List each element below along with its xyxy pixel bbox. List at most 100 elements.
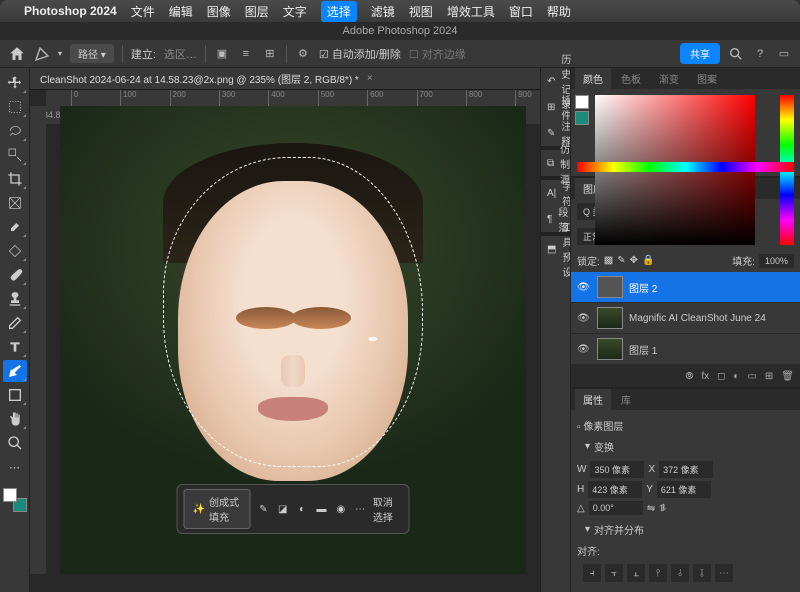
eraser-tool[interactable] bbox=[3, 312, 27, 334]
help-icon[interactable]: ? bbox=[752, 46, 768, 62]
mask-icon[interactable]: ▬ bbox=[315, 500, 328, 518]
crop-tool[interactable] bbox=[3, 168, 27, 190]
edit-toolbar[interactable]: ⋯ bbox=[3, 456, 27, 478]
chevron-down-icon[interactable]: ▾ bbox=[58, 49, 62, 58]
presets-panel-icon[interactable]: ⬒ 工具预设 bbox=[541, 236, 570, 262]
menu-filter[interactable]: 滤镜 bbox=[371, 3, 395, 20]
align-center-h-icon[interactable]: ⫟ bbox=[605, 564, 623, 582]
adjustment-icon[interactable]: ◐ bbox=[733, 371, 739, 382]
swatches-tab[interactable]: 色板 bbox=[613, 68, 649, 89]
gradients-tab[interactable]: 渐变 bbox=[651, 68, 687, 89]
width-field[interactable]: 350 像素 bbox=[590, 461, 644, 478]
angle-field[interactable]: 0.00° bbox=[589, 501, 643, 515]
clone-panel-icon[interactable]: ⧉ 仿制源 bbox=[541, 150, 570, 176]
transform-section[interactable]: ▾ 变换 bbox=[577, 435, 794, 458]
document-tab[interactable]: CleanShot 2024-06-24 at 14.58.23@2x.png … bbox=[30, 68, 540, 90]
visibility-icon[interactable]: 👁 bbox=[577, 344, 591, 355]
layer-thumbnail[interactable] bbox=[597, 307, 623, 329]
workspace-icon[interactable]: ▭ bbox=[776, 46, 792, 62]
type-tool[interactable] bbox=[3, 336, 27, 358]
lock-transparent-icon[interactable]: ▩ bbox=[604, 255, 613, 266]
pen-tool[interactable] bbox=[3, 360, 27, 382]
plugins-panel-icon[interactable]: ⊞ 插件 bbox=[541, 94, 570, 120]
menu-image[interactable]: 图像 bbox=[207, 3, 231, 20]
selection-tool[interactable] bbox=[3, 144, 27, 166]
foreground-swatch[interactable] bbox=[3, 488, 17, 502]
zoom-tool[interactable] bbox=[3, 432, 27, 454]
more-icon[interactable]: ⋯ bbox=[353, 500, 366, 518]
mode-dropdown[interactable]: 路径 ▾ bbox=[70, 44, 114, 63]
app-name[interactable]: Photoshop 2024 bbox=[24, 4, 117, 18]
hue-bar[interactable] bbox=[577, 162, 794, 172]
visibility-icon[interactable]: 👁 bbox=[577, 282, 591, 293]
color-picker[interactable] bbox=[571, 89, 800, 176]
lock-pixels-icon[interactable]: ✎ bbox=[617, 255, 625, 266]
mask-icon[interactable]: ◻ bbox=[717, 371, 725, 382]
home-button[interactable] bbox=[8, 45, 26, 63]
arrange-icon[interactable]: ⊞ bbox=[262, 46, 278, 62]
align-top-icon[interactable]: ⫯ bbox=[649, 564, 667, 582]
gear-icon[interactable]: ⚙ bbox=[295, 46, 311, 62]
bg-color-swatch[interactable] bbox=[575, 111, 589, 125]
menu-window[interactable]: 窗口 bbox=[509, 3, 533, 20]
layer-thumbnail[interactable] bbox=[597, 338, 623, 360]
lasso-tool[interactable] bbox=[3, 120, 27, 142]
character-panel-icon[interactable]: A| 字符 bbox=[541, 180, 570, 206]
align-edges-checkbox[interactable]: ☐ 对齐边缘 bbox=[409, 46, 466, 62]
new-layer-icon[interactable]: ⊞ bbox=[765, 371, 773, 382]
select-subject-icon[interactable]: ◪ bbox=[276, 500, 289, 518]
move-tool[interactable] bbox=[3, 72, 27, 94]
menu-select[interactable]: 选择 bbox=[321, 1, 357, 22]
layer-name[interactable]: 图层 2 bbox=[629, 280, 657, 295]
share-button[interactable]: 共享 bbox=[680, 43, 720, 64]
fg-color-swatch[interactable] bbox=[575, 95, 589, 109]
group-icon[interactable]: ▭ bbox=[747, 371, 756, 382]
history-panel-icon[interactable]: ↶ 历史记录 bbox=[541, 68, 570, 94]
vertical-ruler[interactable] bbox=[30, 106, 46, 574]
align-middle-icon[interactable]: ⫰ bbox=[671, 564, 689, 582]
y-field[interactable]: 621 像素 bbox=[657, 481, 711, 498]
patterns-tab[interactable]: 图案 bbox=[689, 68, 725, 89]
fx-icon[interactable]: fx bbox=[701, 371, 709, 382]
marquee-tool[interactable] bbox=[3, 96, 27, 118]
menu-help[interactable]: 帮助 bbox=[547, 3, 571, 20]
shape-tool[interactable] bbox=[3, 384, 27, 406]
generative-fill-button[interactable]: ✨ 创成式填充 bbox=[184, 489, 251, 529]
healing-tool[interactable] bbox=[3, 240, 27, 262]
fill-value[interactable]: 100% bbox=[759, 254, 794, 268]
align-bottom-icon[interactable]: ⫱ bbox=[693, 564, 711, 582]
horizontal-ruler[interactable]: 0100200300400500600700800900 bbox=[46, 90, 540, 106]
layer-row[interactable]: 👁 Magnific AI CleanShot June 24 bbox=[571, 303, 800, 334]
height-field[interactable]: 423 像素 bbox=[588, 481, 642, 498]
visibility-icon[interactable]: 👁 bbox=[577, 313, 591, 324]
search-icon[interactable] bbox=[728, 46, 744, 62]
menu-edit[interactable]: 编辑 bbox=[169, 3, 193, 20]
align-right-icon[interactable]: ⫠ bbox=[627, 564, 645, 582]
brush-tool[interactable] bbox=[3, 264, 27, 286]
link-icon[interactable]: ⦾ bbox=[685, 371, 693, 382]
layer-row[interactable]: 👁 图层 2 bbox=[571, 272, 800, 303]
align-icon[interactable]: ≡ bbox=[238, 46, 254, 62]
frame-tool[interactable] bbox=[3, 192, 27, 214]
lock-all-icon[interactable]: 🔒 bbox=[642, 255, 654, 266]
align-left-icon[interactable]: ⫞ bbox=[583, 564, 601, 582]
flip-v-icon[interactable]: ⥮ bbox=[659, 503, 666, 514]
libraries-tab[interactable]: 库 bbox=[613, 389, 639, 410]
layer-thumbnail[interactable] bbox=[597, 276, 623, 298]
stamp-tool[interactable] bbox=[3, 288, 27, 310]
layer-name[interactable]: 图层 1 bbox=[629, 342, 657, 357]
menu-file[interactable]: 文件 bbox=[131, 3, 155, 20]
canvas[interactable]: ✒ ✨ 创成式填充 ✎ ◪ ◐ ▬ ◉ ⋯ 取消选择 bbox=[60, 106, 526, 574]
color-tab[interactable]: 颜色 bbox=[575, 68, 611, 89]
fill-icon[interactable]: ◉ bbox=[334, 500, 347, 518]
layer-name[interactable]: Magnific AI CleanShot June 24 bbox=[629, 313, 766, 324]
hand-tool[interactable] bbox=[3, 408, 27, 430]
color-swatches[interactable] bbox=[3, 488, 27, 512]
trash-icon[interactable]: 🗑 bbox=[781, 371, 794, 382]
lock-position-icon[interactable]: ✥ bbox=[630, 255, 638, 266]
properties-tab[interactable]: 属性 bbox=[575, 389, 611, 410]
selection-link[interactable]: 选区… bbox=[164, 46, 197, 62]
selection-marquee[interactable] bbox=[163, 157, 423, 467]
menu-type[interactable]: 文字 bbox=[283, 3, 307, 20]
auto-add-checkbox[interactable]: ☑ 自动添加/删除 bbox=[319, 46, 401, 62]
